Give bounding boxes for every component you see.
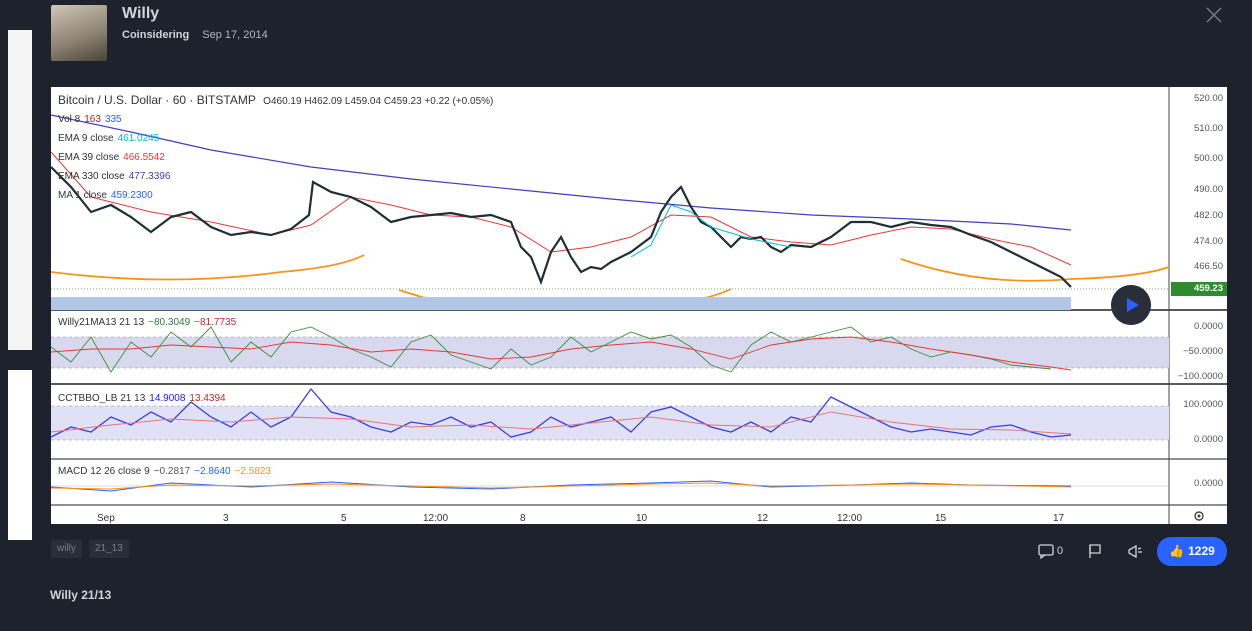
- price-tick: 474.00: [1193, 236, 1223, 247]
- post-date: Sep 17, 2014: [202, 29, 268, 41]
- time-tick: 5: [341, 513, 347, 524]
- thumbs-up-icon: 👍: [1169, 544, 1185, 558]
- like-count: 1229: [1188, 544, 1215, 558]
- tag-21-13[interactable]: 21_13: [89, 540, 129, 558]
- price-tick: 482.00: [1193, 210, 1223, 221]
- author-name[interactable]: Willy: [122, 5, 159, 23]
- osc1-tick: 0.0000: [1193, 321, 1223, 332]
- post-meta: Coinsidering Sep 17, 2014: [122, 29, 268, 41]
- ohlc-values: O460.19 H462.09 L459.04 C459.23 +0.22 (+…: [263, 96, 494, 107]
- legend-vol: Vol 8 163 335: [58, 114, 122, 125]
- time-tick: 8: [520, 513, 526, 524]
- osc1-tick: −50.0000: [1183, 346, 1223, 357]
- price-tick: 520.00: [1193, 93, 1223, 104]
- legend-osc1: Willy21MA13 21 13 −80.3049 −81.7735: [58, 317, 237, 328]
- legend-macd: MACD 12 26 close 9 −0.2817 −2.8640 −2.5823: [58, 466, 272, 477]
- time-tick: 15: [935, 513, 947, 524]
- post-category[interactable]: Coinsidering: [122, 29, 189, 41]
- osc2-tick: 0.0000: [1193, 434, 1223, 445]
- time-tick: 12:00: [423, 513, 449, 524]
- price-tick: 510.00: [1193, 123, 1223, 134]
- chart-image[interactable]: Bitcoin / U.S. Dollar · 60 · BITSTAMP O4…: [51, 87, 1227, 524]
- osc2-tick: 100.0000: [1183, 399, 1223, 410]
- time-tick: 3: [223, 513, 229, 524]
- time-tick: 12:00: [837, 513, 863, 524]
- chart-symbol: Bitcoin / U.S. Dollar · 60 · BITSTAMP O4…: [58, 93, 497, 107]
- flag-icon[interactable]: [1088, 544, 1102, 559]
- last-price-label: 459.23: [1193, 283, 1223, 294]
- background-panel: [8, 30, 32, 350]
- share-icon[interactable]: [1127, 544, 1143, 559]
- price-tick: 490.00: [1193, 184, 1223, 195]
- price-tick: 500.00: [1193, 153, 1223, 164]
- background-page-right: [1230, 0, 1252, 631]
- time-tick: 10: [636, 513, 648, 524]
- legend-ema9: EMA 9 close 461.0245: [58, 133, 160, 144]
- legend-ema39: EMA 39 close 466.5542: [58, 152, 165, 163]
- osc1-tick: −100.0000: [1177, 371, 1223, 382]
- settings-gear-icon[interactable]: [1192, 509, 1206, 523]
- chart-canvas: [51, 87, 1227, 524]
- legend-ema330: EMA 330 close 477.3396: [58, 171, 171, 182]
- idea-title: Willy 21/13: [50, 588, 112, 602]
- time-tick: 12: [757, 513, 769, 524]
- macd-tick: 0.0000: [1193, 478, 1223, 489]
- legend-osc2: CCTBBO_LB 21 13 14.9008 13.4394: [58, 393, 226, 404]
- background-page-left: [0, 0, 32, 631]
- author-avatar[interactable]: [51, 5, 107, 61]
- symbol-label: Bitcoin / U.S. Dollar · 60 · BITSTAMP: [58, 93, 256, 107]
- time-tick: Sep: [97, 513, 115, 524]
- price-tick: 466.50: [1193, 261, 1223, 272]
- comment-icon[interactable]: [1038, 544, 1054, 559]
- background-panel: [8, 370, 32, 540]
- comment-count: 0: [1057, 545, 1064, 557]
- close-icon[interactable]: [1203, 4, 1225, 26]
- like-button[interactable]: 👍 1229: [1157, 537, 1227, 566]
- tag-willy[interactable]: willy: [51, 540, 82, 558]
- legend-ma1: MA 1 close 459.2300: [58, 190, 153, 201]
- play-icon[interactable]: [1111, 285, 1151, 325]
- time-tick: 17: [1053, 513, 1065, 524]
